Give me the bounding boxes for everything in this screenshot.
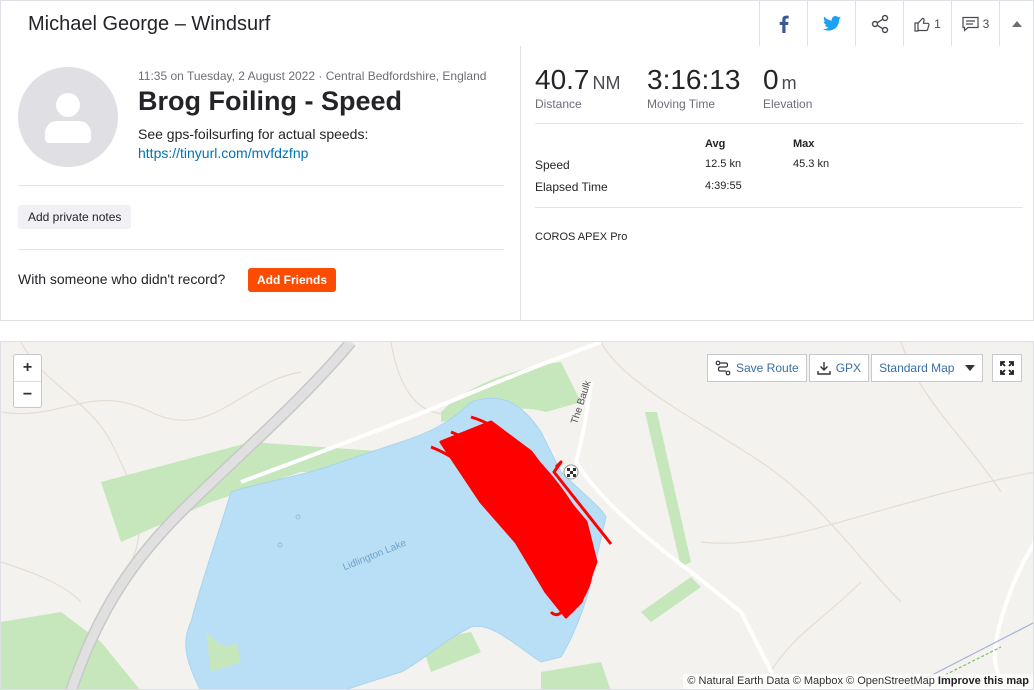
add-friends-button[interactable]: Add Friends xyxy=(248,268,337,292)
description-link[interactable]: https://tinyurl.com/mvfdzfnp xyxy=(138,144,368,163)
divider xyxy=(18,185,504,186)
add-private-notes-button[interactable]: Add private notes xyxy=(18,205,132,229)
comments-button[interactable]: 3 xyxy=(951,1,999,46)
zoom-in-button[interactable]: + xyxy=(14,355,41,381)
map-type-label: Standard Map xyxy=(879,361,955,375)
distance-unit: NM xyxy=(592,73,621,93)
attribution-text: © Natural Earth Data © Mapbox © OpenStre… xyxy=(687,675,935,687)
activity-stats: 40.7 NM Distance 3:16:13 Moving Time 0m E… xyxy=(522,46,1034,320)
caret-down-icon xyxy=(965,365,976,371)
distance-label: Distance xyxy=(535,97,582,111)
speed-label: Speed xyxy=(535,158,570,172)
kudos-button[interactable]: 1 xyxy=(903,1,951,46)
activity-details: 11:35 on Tuesday, 2 August 2022 · Centra… xyxy=(1,46,521,320)
kudos-count: 1 xyxy=(934,16,941,31)
activity-title: Brog Foiling - Speed xyxy=(138,86,402,116)
zoom-out-button[interactable]: − xyxy=(14,381,41,407)
caret-up-icon xyxy=(1011,20,1022,27)
column-max: Max xyxy=(793,138,815,150)
map-controls: Save Route GPX Standard Map xyxy=(707,354,984,382)
save-route-button[interactable]: Save Route xyxy=(707,354,807,382)
activity-map[interactable]: Lidlington Lake The Baulk + − Save Route… xyxy=(0,341,1034,690)
improve-map-link[interactable]: Improve this map xyxy=(938,675,1029,687)
fullscreen-button[interactable] xyxy=(992,354,1022,382)
moving-time-label: Moving Time xyxy=(647,97,716,111)
divider xyxy=(535,123,1023,124)
stat-moving-time: 3:16:13 Moving Time xyxy=(647,64,740,111)
twitter-share-button[interactable] xyxy=(807,1,855,46)
route-icon xyxy=(715,360,731,376)
column-avg: Avg xyxy=(705,138,726,150)
description-text: See gps-foilsurfing for actual speeds: xyxy=(138,126,369,142)
map-attribution: © Natural Earth Data © Mapbox © OpenStre… xyxy=(683,674,1033,689)
divider xyxy=(535,207,1023,208)
activity-summary: 11:35 on Tuesday, 2 August 2022 · Centra… xyxy=(0,46,1034,321)
activity-meta: 11:35 on Tuesday, 2 August 2022 · Centra… xyxy=(138,69,487,83)
avatar-body-shape xyxy=(45,121,91,143)
speed-avg: 12.5 kn xyxy=(705,158,742,170)
activity-header: Michael George – Windsurf 1 3 xyxy=(0,0,1034,47)
friends-prompt: With someone who didn't record? xyxy=(18,271,226,287)
share-icon xyxy=(871,14,888,33)
fullscreen-icon xyxy=(1000,361,1014,375)
comment-count: 3 xyxy=(982,16,990,31)
elevation-value: 0 xyxy=(763,64,779,95)
map-type-dropdown[interactable]: Standard Map xyxy=(871,354,984,382)
activity-description: See gps-foilsurfing for actual speeds: h… xyxy=(138,125,368,163)
facebook-share-button[interactable] xyxy=(759,1,807,46)
elapsed-time-label: Elapsed Time xyxy=(535,180,608,194)
save-route-label: Save Route xyxy=(736,361,799,375)
elapsed-time-value: 4:39:55 xyxy=(705,180,742,192)
stat-elevation: 0m Elevation xyxy=(763,64,812,111)
gpx-label: GPX xyxy=(835,361,862,375)
stat-distance: 40.7 NM Distance xyxy=(535,64,621,111)
zoom-control: + − xyxy=(13,354,42,408)
moving-time-value: 3:16:13 xyxy=(647,64,741,95)
comment-icon xyxy=(962,16,979,32)
header-title: Michael George – Windsurf xyxy=(28,13,271,35)
collapse-button[interactable] xyxy=(999,1,1033,46)
avatar[interactable] xyxy=(18,67,118,167)
twitter-icon xyxy=(822,16,841,31)
header-actions: 1 3 xyxy=(759,1,1033,46)
divider xyxy=(18,249,504,250)
device-name: COROS APEX Pro xyxy=(535,231,628,243)
distance-value: 40.7 xyxy=(535,64,590,95)
facebook-icon xyxy=(779,15,789,33)
speed-max: 45.3 kn xyxy=(793,158,830,170)
gpx-download-button[interactable]: GPX xyxy=(808,354,870,382)
download-icon xyxy=(817,362,831,375)
share-button[interactable] xyxy=(855,1,903,46)
elevation-unit: m xyxy=(781,73,797,93)
elevation-label: Elevation xyxy=(763,97,813,111)
avatar-head-shape xyxy=(56,93,80,117)
thumbs-up-icon xyxy=(914,17,930,32)
map-canvas xyxy=(1,342,1033,689)
